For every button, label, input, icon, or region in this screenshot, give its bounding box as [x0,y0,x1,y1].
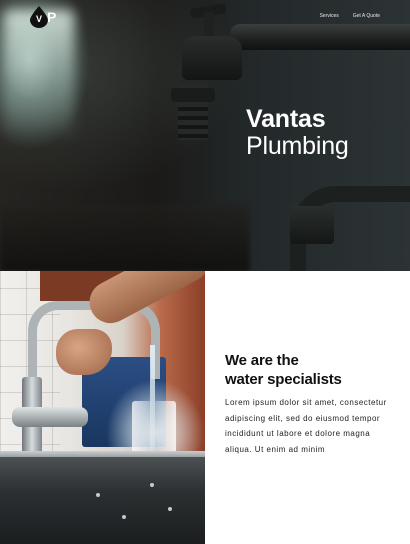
hero-title: Vantas Plumbing [246,106,349,160]
nav-link-get-a-quote[interactable]: Get A Quote [353,13,380,19]
hero-section: V P Services Get A Quote Vantas Plumbing [0,0,410,271]
photo-water-droplet [96,493,100,497]
hero-title-bold: Vantas [246,105,326,133]
photo-sink [0,457,205,544]
background-faucet-end [290,206,334,244]
photo-water-droplet [150,483,154,487]
faucet-pipe [230,24,410,50]
about-heading-line2: water specialists [225,371,342,388]
background-window-light [4,10,74,140]
about-body-text: Lorem ipsum dolor sit amet, consectetur … [225,398,387,454]
photo-tap-lever [12,407,88,427]
hero-title-light: Plumbing [246,132,349,160]
faucet-spout-cap [171,88,215,102]
logo-letter-v: V [35,14,42,24]
background-shelf [0,205,250,271]
about-section: We are the water specialists Lorem ipsum… [205,271,410,544]
faucet-body [182,36,242,80]
nav-link-services[interactable]: Services [320,13,339,19]
main-nav: Services Get A Quote [320,13,380,19]
photo-water-droplet [122,515,126,519]
photo-water-droplet [168,507,172,511]
about-heading-line1: We are the [225,352,299,369]
site-logo[interactable]: V P [30,6,56,28]
about-heading: We are the water specialists [225,351,395,389]
logo-letter-p: P [47,9,57,25]
photo-hand [56,329,112,375]
faucet-photo [0,271,205,544]
